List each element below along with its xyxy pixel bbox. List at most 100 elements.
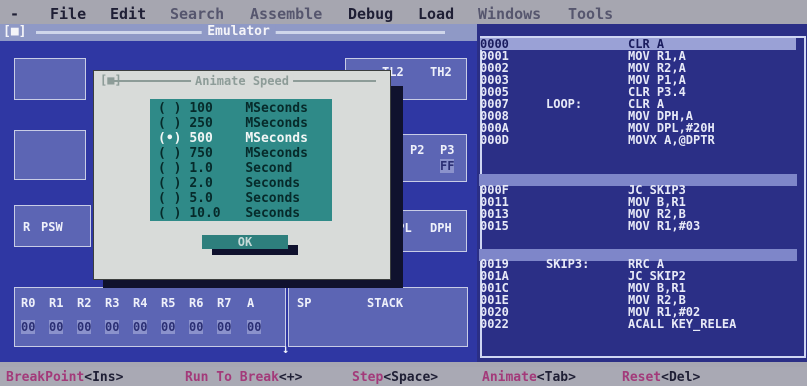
status-run-to-break-key: <+> xyxy=(278,370,303,385)
speed-option[interactable]: ( ) 250 MSeconds xyxy=(158,116,308,131)
menu-load[interactable]: Load xyxy=(418,5,454,23)
code-instruction: MOV R1,#03 xyxy=(628,219,701,233)
speed-value: 2.0 xyxy=(189,176,213,191)
speed-option[interactable]: ( ) 1.0 Second xyxy=(158,161,292,176)
speed-unit: MSeconds xyxy=(245,131,308,146)
speed-value: 5.0 xyxy=(189,191,213,206)
reg-dph-label: DPH xyxy=(430,221,452,235)
menu-windows[interactable]: Windows xyxy=(478,5,541,23)
speed-value: 750 xyxy=(189,146,213,161)
menu-debug[interactable]: Debug xyxy=(348,5,393,23)
reg-a-label: A xyxy=(247,296,255,310)
speed-value: 250 xyxy=(189,116,213,131)
speed-option[interactable]: ( ) 10.0 Seconds xyxy=(158,206,300,221)
code-label: LOOP: xyxy=(546,97,583,111)
reg-th2-label: TH2 xyxy=(430,65,452,79)
speed-unit: MSeconds xyxy=(245,116,308,131)
status-bar: BreakPoint<Ins> Run To Break<+> Step<Spa… xyxy=(0,367,807,386)
speed-unit: Seconds xyxy=(245,206,301,221)
reg-sp-label: SP xyxy=(297,296,312,310)
reg-r5-value[interactable]: 00 xyxy=(161,320,176,334)
menu-search[interactable]: Search xyxy=(170,5,224,23)
stack-label: STACK xyxy=(367,296,404,310)
stack-panel: SP STACK xyxy=(288,287,468,347)
status-reset[interactable]: Reset<Del> xyxy=(622,370,700,385)
reg-r6-value[interactable]: 00 xyxy=(189,320,204,334)
reg-p3-value[interactable]: FF xyxy=(440,159,455,173)
status-step[interactable]: Step<Space> xyxy=(352,370,438,385)
code-line[interactable]: 000D MOVX A,@DPTR xyxy=(480,134,796,146)
speed-value: 100 xyxy=(189,101,213,116)
menu-tools[interactable]: Tools xyxy=(568,5,613,23)
code-address: 000D xyxy=(480,133,509,147)
register-panel-psw: R PSW xyxy=(14,205,91,247)
emulator-title: Emulator xyxy=(201,24,276,39)
code-label: SKIP3: xyxy=(546,257,590,271)
reg-r4-value[interactable]: 00 xyxy=(133,320,148,334)
reg-r6-label: R6 xyxy=(189,296,204,310)
speed-value: 10.0 xyxy=(189,206,221,221)
status-breakpoint-label: BreakPoint xyxy=(6,370,85,385)
status-step-key: <Space> xyxy=(383,370,439,385)
register-panel-ports xyxy=(14,130,86,180)
reg-r3-value[interactable]: 00 xyxy=(105,320,120,334)
reg-r-label: R xyxy=(23,220,31,234)
radio-icon: ( ) xyxy=(158,116,190,131)
status-animate[interactable]: Animate<Tab> xyxy=(482,370,576,385)
reg-r2-value[interactable]: 00 xyxy=(77,320,92,334)
code-address: 0022 xyxy=(480,317,509,331)
reg-p2-label: P2 xyxy=(410,143,425,157)
ok-button[interactable]: OK xyxy=(202,235,288,249)
status-step-label: Step xyxy=(352,370,384,385)
reg-r0-value[interactable]: 00 xyxy=(21,320,36,334)
code-address: 0015 xyxy=(480,219,509,233)
radio-icon: ( ) xyxy=(158,191,190,206)
code-line[interactable]: 0015 MOV R1,#03 xyxy=(480,220,796,232)
reg-r1-label: R1 xyxy=(49,296,64,310)
reg-r3-label: R3 xyxy=(105,296,120,310)
reg-r2-label: R2 xyxy=(77,296,92,310)
reg-r1-value[interactable]: 00 xyxy=(49,320,64,334)
status-run-to-break-label: Run To Break xyxy=(185,370,279,385)
speed-option[interactable]: (•) 500 MSeconds xyxy=(158,131,308,146)
speed-unit: Seconds xyxy=(245,191,301,206)
speed-option[interactable]: ( ) 2.0 Seconds xyxy=(158,176,300,191)
reg-r7-label: R7 xyxy=(217,296,232,310)
register-panel-p2p3: P2 P3 FF xyxy=(395,134,467,182)
reg-r7-value[interactable]: 00 xyxy=(217,320,232,334)
speed-unit: Second xyxy=(245,161,293,176)
radio-icon: ( ) xyxy=(158,176,190,191)
menu-assemble[interactable]: Assemble xyxy=(250,5,322,23)
menu-file[interactable]: File xyxy=(50,5,86,23)
close-icon[interactable]: [■] xyxy=(3,24,26,39)
code-instruction: ACALL KEY_RELEA xyxy=(628,317,737,331)
status-breakpoint[interactable]: BreakPoint<Ins> xyxy=(6,370,123,385)
stack-arrow-icon: ↓ xyxy=(282,342,290,356)
menu-system[interactable]: - xyxy=(10,5,19,23)
status-reset-key: <Del> xyxy=(661,370,701,385)
code-instruction: MOVX A,@DPTR xyxy=(628,133,715,147)
status-run-to-break[interactable]: Run To Break<+> xyxy=(185,370,302,385)
speed-option[interactable]: ( ) 100 MSeconds xyxy=(158,101,308,116)
reg-a-value[interactable]: 00 xyxy=(247,320,262,334)
menu-bar: - File Edit Search Assemble Debug Load W… xyxy=(0,0,807,24)
speed-unit: MSeconds xyxy=(245,101,308,116)
menu-edit[interactable]: Edit xyxy=(110,5,146,23)
speed-value: 500 xyxy=(189,131,213,146)
radio-icon: ( ) xyxy=(158,161,190,176)
speed-option[interactable]: ( ) 5.0 Seconds xyxy=(158,191,300,206)
emulator-title-bar: [■] Emulator xyxy=(0,24,477,41)
radio-icon: ( ) xyxy=(158,206,190,221)
reg-r4-label: R4 xyxy=(133,296,148,310)
register-bank: R0 R1 R2 R3 R4 R5 R6 R7 A 00 00 00 00 00… xyxy=(14,287,286,347)
status-animate-label: Animate xyxy=(482,370,537,385)
reg-p3-label: P3 xyxy=(440,143,455,157)
radio-icon: (•) xyxy=(158,131,190,146)
dialog-title-bar: Animate Speed xyxy=(108,74,376,88)
speed-unit: MSeconds xyxy=(245,146,308,161)
speed-value: 1.0 xyxy=(189,161,213,176)
code-line[interactable]: 0022 ACALL KEY_RELEA xyxy=(480,318,796,330)
radio-icon: ( ) xyxy=(158,101,190,116)
speed-option[interactable]: ( ) 750 MSeconds xyxy=(158,146,308,161)
animate-speed-dialog: [■] Animate Speed ( ) 100MSeconds( ) 250… xyxy=(93,70,391,280)
